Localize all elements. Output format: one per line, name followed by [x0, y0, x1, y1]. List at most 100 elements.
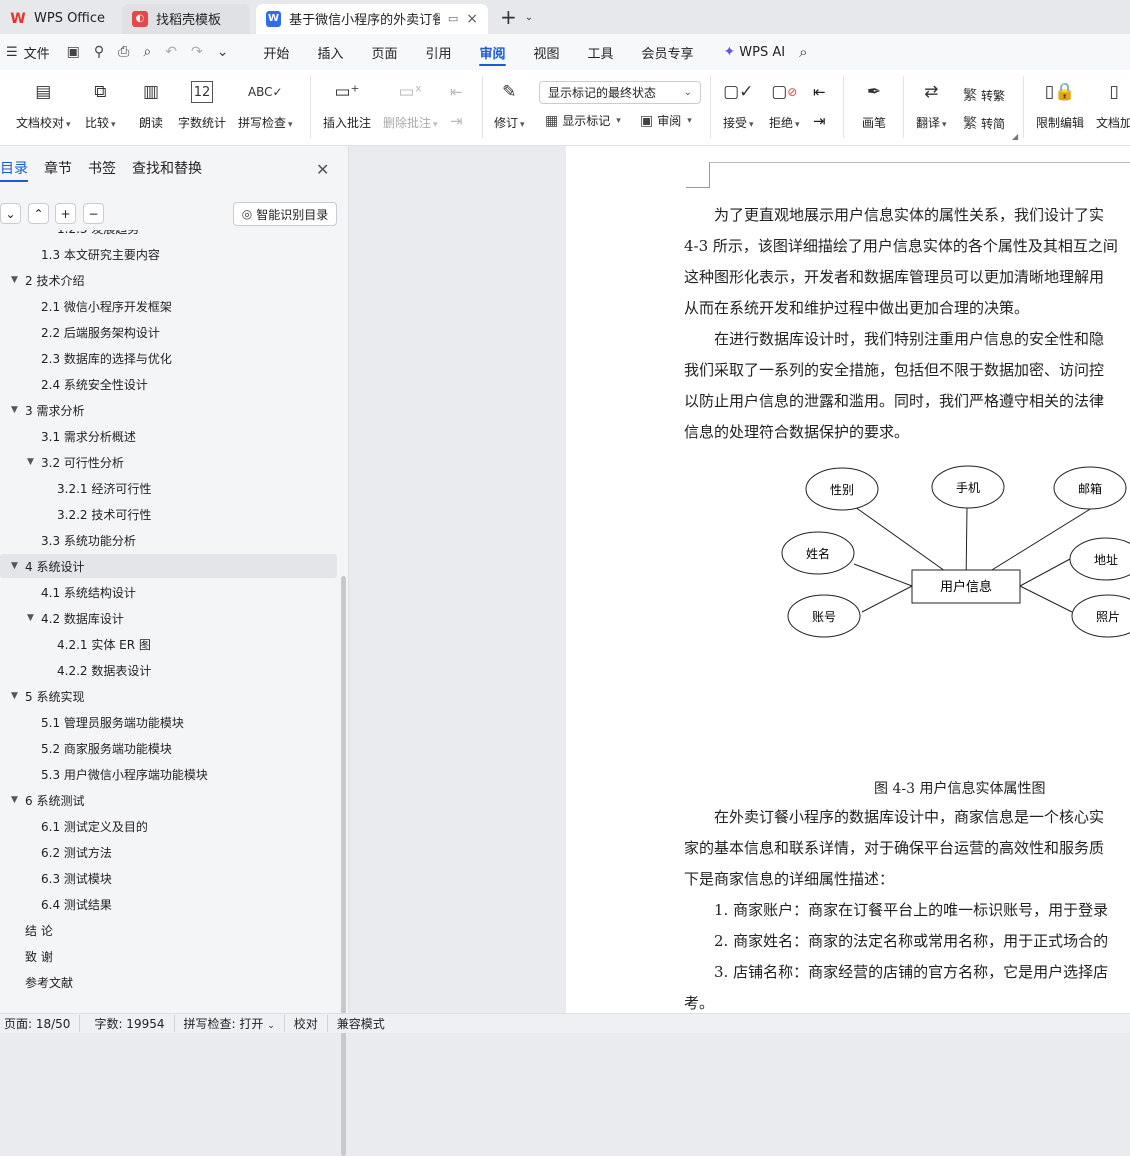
- tab-toc[interactable]: 目录: [0, 158, 28, 182]
- word-count-button[interactable]: 12 字数统计: [178, 78, 226, 131]
- toc-item[interactable]: 3.2.1 经济可行性: [0, 476, 337, 500]
- expand-arrow-icon[interactable]: ▼: [11, 275, 18, 285]
- menu-page[interactable]: 页面: [357, 34, 411, 70]
- toc-item[interactable]: 3.1 需求分析概述: [0, 424, 337, 448]
- track-changes-button[interactable]: ✎ 修订 ▾: [494, 78, 525, 131]
- toc-item[interactable]: 5.1 管理员服务端功能模块: [0, 710, 337, 734]
- word-count-indicator[interactable]: 字数: 19954: [80, 1015, 175, 1032]
- prev-change-icon[interactable]: ⇤: [813, 83, 826, 101]
- toc-item[interactable]: 参考文献: [0, 970, 337, 994]
- toc-item[interactable]: 6.4 测试结果: [0, 892, 337, 916]
- menu-home[interactable]: 开始: [249, 34, 303, 70]
- toc-item[interactable]: 4.2.2 数据表设计: [0, 658, 337, 682]
- toc-item[interactable]: ▼ 5 系统实现: [0, 684, 337, 708]
- new-tab-icon[interactable]: +: [500, 5, 517, 29]
- toc-item[interactable]: 结 论: [0, 918, 337, 942]
- menu-view[interactable]: 视图: [520, 34, 574, 70]
- redo-icon[interactable]: ↷: [191, 44, 203, 60]
- quick-access-chevron-icon[interactable]: ⌄: [217, 44, 229, 60]
- menu-insert[interactable]: 插入: [303, 34, 357, 70]
- toc-item[interactable]: 4.1 系统结构设计: [0, 580, 337, 604]
- ink-button[interactable]: ✒ 画笔: [860, 78, 888, 131]
- smart-toc-button[interactable]: ◎ 智能识别目录: [233, 202, 337, 226]
- toc-item[interactable]: ▼ 2 技术介绍: [0, 268, 337, 292]
- toc-item[interactable]: ▼ 4.2 数据库设计: [0, 606, 337, 630]
- show-markup-button[interactable]: ▦ 显示标记 ▾: [545, 112, 621, 129]
- toc-item[interactable]: ▼ 4 系统设计: [0, 554, 337, 578]
- toc-item[interactable]: 4.2.1 实体 ER 图: [0, 632, 337, 656]
- compare-button[interactable]: ⧉ 比较 ▾: [85, 78, 116, 131]
- close-tab-icon[interactable]: ×: [466, 11, 478, 27]
- collapse-down-button[interactable]: ⌄: [0, 203, 21, 224]
- toc-item[interactable]: 6.3 测试模块: [0, 866, 337, 890]
- delete-comment-button[interactable]: ▭ˣ 删除批注 ▾: [383, 78, 438, 131]
- translate-group-expand-icon[interactable]: ◢: [1012, 132, 1018, 141]
- toc-item[interactable]: 2.2 后端服务架构设计: [0, 320, 337, 344]
- reject-button[interactable]: ▢ ⊘ 拒绝 ▾: [769, 78, 800, 131]
- tab-docer[interactable]: ◐ 找稻壳模板: [122, 3, 250, 34]
- spell-check-indicator[interactable]: 拼写检查: 打开 ⌄: [175, 1015, 285, 1032]
- tab-bookmarks[interactable]: 书签: [88, 158, 116, 182]
- review-pane-button[interactable]: ▣ 审阅 ▾: [640, 112, 692, 129]
- print-preview-icon[interactable]: ⌕: [143, 44, 151, 60]
- expand-arrow-icon[interactable]: ▼: [27, 457, 34, 467]
- toc-item[interactable]: 5.3 用户微信小程序端功能模块: [0, 762, 337, 786]
- toc-item[interactable]: 1.2.3 发展趋势: [0, 230, 337, 240]
- expand-arrow-icon[interactable]: ▼: [11, 795, 18, 805]
- restrict-edit-button[interactable]: ▯🔒 限制编辑: [1036, 78, 1084, 131]
- prev-comment-icon[interactable]: ⇤: [450, 83, 463, 101]
- insert-comment-button[interactable]: ▭⁺ 插入批注: [323, 78, 371, 131]
- toc-item[interactable]: ▼ 3 需求分析: [0, 398, 337, 422]
- toc-item[interactable]: ▼ 6 系统测试: [0, 788, 337, 812]
- share-icon[interactable]: ⚲: [94, 44, 104, 60]
- add-heading-button[interactable]: +: [55, 203, 76, 224]
- hamburger-icon[interactable]: ☰: [6, 45, 18, 60]
- toc-item[interactable]: 3.2.2 技术可行性: [0, 502, 337, 526]
- spell-check-button[interactable]: ABC✓ 拼写检查 ▾: [238, 78, 293, 131]
- menu-tools[interactable]: 工具: [574, 34, 628, 70]
- tab-document[interactable]: W 基于微信小程序的外卖订餐小 ▭ ×: [256, 3, 488, 34]
- search-icon[interactable]: ⌕: [799, 43, 807, 61]
- monitor-icon[interactable]: ▭: [448, 12, 458, 25]
- menu-member[interactable]: 会员专享: [628, 34, 708, 70]
- remove-heading-button[interactable]: −: [83, 203, 104, 224]
- toc-scrollbar[interactable]: [341, 576, 346, 1156]
- expand-arrow-icon[interactable]: ▼: [11, 405, 18, 415]
- tab-list-chevron-icon[interactable]: ⌄: [525, 12, 533, 23]
- next-comment-icon[interactable]: ⇥: [450, 112, 463, 130]
- doc-encrypt-button[interactable]: ▯ 文档加: [1096, 78, 1130, 131]
- expand-arrow-icon[interactable]: ▼: [11, 691, 18, 701]
- toc-item[interactable]: 6.2 测试方法: [0, 840, 337, 864]
- tab-wps-office[interactable]: W WPS Office: [0, 4, 118, 34]
- toc-item[interactable]: 1.3 本文研究主要内容: [0, 242, 337, 266]
- markup-state-select[interactable]: 显示标记的最终状态 ⌄: [539, 81, 701, 104]
- doc-check-button[interactable]: ▤ 文档校对 ▾: [16, 78, 71, 131]
- read-aloud-button[interactable]: ▥ 朗读: [137, 78, 165, 131]
- toc-item[interactable]: 3.3 系统功能分析: [0, 528, 337, 552]
- to-simplified-button[interactable]: 繁 转简: [963, 113, 1005, 133]
- toc-item[interactable]: ▼ 3.2 可行性分析: [0, 450, 337, 474]
- next-change-icon[interactable]: ⇥: [813, 112, 826, 130]
- file-menu[interactable]: 文件: [24, 43, 50, 62]
- document-page[interactable]: 为了更直观地展示用户信息实体的属性关系，我们设计了实 4-3 所示，该图详细描绘…: [566, 146, 1130, 1013]
- to-traditional-button[interactable]: 繁 转繁: [963, 85, 1005, 105]
- toc-item[interactable]: 致 谢: [0, 944, 337, 968]
- save-icon[interactable]: ▣: [67, 44, 80, 60]
- print-icon[interactable]: ⎙: [118, 44, 129, 60]
- tab-find-replace[interactable]: 查找和替换: [132, 158, 202, 182]
- expand-arrow-icon[interactable]: ▼: [27, 613, 34, 623]
- undo-icon[interactable]: ↶: [165, 44, 177, 60]
- toc-item[interactable]: 2.3 数据库的选择与优化: [0, 346, 337, 370]
- proofread-indicator[interactable]: 校对: [285, 1015, 328, 1032]
- toc-item[interactable]: 2.4 系统安全性设计: [0, 372, 337, 396]
- collapse-up-button[interactable]: ⌃: [28, 203, 49, 224]
- toc-item[interactable]: 5.2 商家服务端功能模块: [0, 736, 337, 760]
- toc-item[interactable]: 6.1 测试定义及目的: [0, 814, 337, 838]
- wps-ai-button[interactable]: WPS AI: [739, 45, 785, 60]
- toc-item[interactable]: 2.1 微信小程序开发框架: [0, 294, 337, 318]
- page-indicator[interactable]: 页面: 18/50: [0, 1015, 81, 1032]
- tab-chapters[interactable]: 章节: [44, 158, 72, 182]
- accept-button[interactable]: ▢✓ 接受 ▾: [723, 78, 754, 131]
- translate-button[interactable]: ⇄ 翻译 ▾: [916, 78, 947, 131]
- close-pane-icon[interactable]: ✕: [316, 160, 329, 179]
